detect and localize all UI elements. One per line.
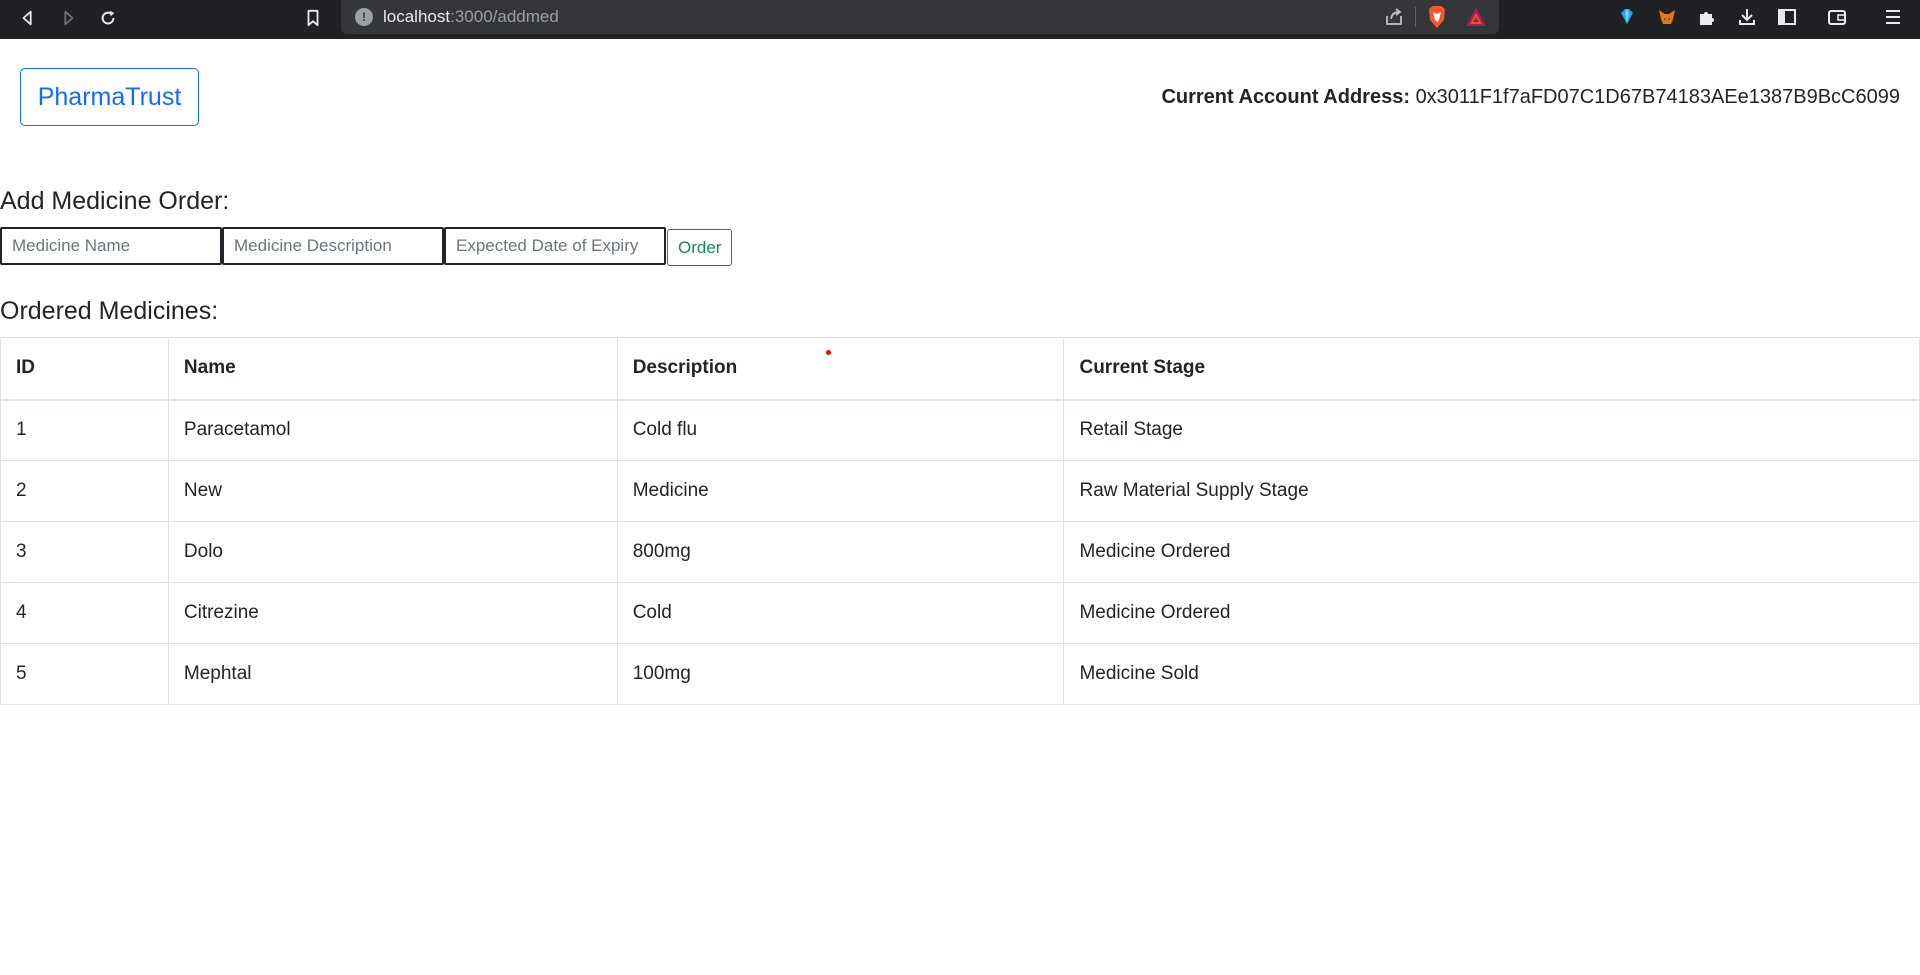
table-row: 5 Mephtal 100mg Medicine Sold [0, 643, 1920, 705]
cell-id: 3 [0, 521, 169, 583]
table-row: 1 Paracetamol Cold flu Retail Stage [0, 399, 1920, 461]
menu-icon[interactable] [1881, 5, 1905, 29]
cell-description: Cold flu [616, 399, 1065, 461]
url-divider [1415, 7, 1416, 27]
brave-shield-icon[interactable] [1427, 5, 1447, 29]
cell-name: Mephtal [167, 643, 618, 705]
add-order-form: Order [0, 226, 733, 266]
forward-icon[interactable] [55, 5, 81, 31]
cell-description: 800mg [616, 521, 1065, 583]
medicine-description-input[interactable] [222, 227, 444, 265]
cell-id: 1 [0, 399, 169, 461]
browser-toolbar: ! localhost:3000/addmed [0, 0, 1920, 39]
expiry-date-input[interactable] [444, 227, 666, 265]
order-button[interactable]: Order [667, 229, 733, 266]
column-header-id: ID [0, 337, 169, 400]
cell-stage: Medicine Ordered [1063, 521, 1920, 583]
table-row: 2 New Medicine Raw Material Supply Stage [0, 460, 1920, 522]
info-icon[interactable]: ! [355, 8, 373, 26]
cursor-dot [826, 350, 831, 355]
account-address: 0x3011F1f7aFD07C1D67B74183AEe1387B9BcC60… [1415, 86, 1900, 108]
ordered-medicines-table: ID Name Description Current Stage 1 Para… [0, 337, 1920, 705]
address-bar[interactable]: ! localhost:3000/addmed [341, 0, 1499, 34]
cell-name: Citrezine [167, 582, 618, 644]
wallet-icon[interactable] [1825, 5, 1849, 29]
cell-stage: Retail Stage [1063, 399, 1920, 461]
download-icon[interactable] [1735, 5, 1759, 29]
ordered-medicines-heading: Ordered Medicines: [0, 297, 219, 325]
back-icon[interactable] [15, 5, 41, 31]
cell-description: Cold [616, 582, 1065, 644]
reload-icon[interactable] [95, 5, 121, 31]
column-header-stage: Current Stage [1063, 337, 1920, 400]
medicine-name-input[interactable] [0, 227, 222, 265]
extensions-puzzle-icon[interactable] [1695, 5, 1719, 29]
pharmatrust-home-button[interactable]: PharmaTrust [20, 68, 199, 126]
cell-id: 2 [0, 460, 169, 522]
column-header-description: Description [616, 337, 1065, 400]
cell-id: 4 [0, 582, 169, 644]
bat-rewards-icon[interactable] [1465, 7, 1487, 27]
cell-name: Dolo [167, 521, 618, 583]
table-row: 4 Citrezine Cold Medicine Ordered [0, 582, 1920, 644]
sidebar-icon[interactable] [1775, 5, 1799, 29]
current-account: Current Account Address: 0x3011F1f7aFD07… [1161, 86, 1900, 109]
share-icon[interactable] [1383, 6, 1405, 28]
cell-id: 5 [0, 643, 169, 705]
cell-name: Paracetamol [167, 399, 618, 461]
table-row: 3 Dolo 800mg Medicine Ordered [0, 521, 1920, 583]
bookmark-icon[interactable] [300, 5, 326, 31]
cell-name: New [167, 460, 618, 522]
add-order-heading: Add Medicine Order: [0, 187, 230, 215]
cell-stage: Medicine Sold [1063, 643, 1920, 705]
wallet-gem-icon[interactable] [1615, 5, 1639, 29]
column-header-name: Name [167, 337, 618, 400]
metamask-fox-icon[interactable] [1655, 5, 1679, 29]
url-text[interactable]: localhost:3000/addmed [383, 7, 559, 27]
account-label: Current Account Address: [1161, 86, 1410, 108]
table-header-row: ID Name Description Current Stage [0, 337, 1920, 400]
cell-description: Medicine [616, 460, 1065, 522]
cell-description: 100mg [616, 643, 1065, 705]
cell-stage: Medicine Ordered [1063, 582, 1920, 644]
cell-stage: Raw Material Supply Stage [1063, 460, 1920, 522]
